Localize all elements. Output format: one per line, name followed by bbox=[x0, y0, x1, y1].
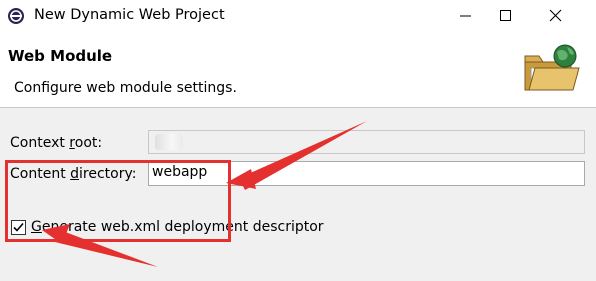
minimize-icon bbox=[460, 15, 471, 17]
maximize-button[interactable] bbox=[486, 0, 526, 31]
minimize-button[interactable] bbox=[446, 0, 486, 31]
page-description: Configure web module settings. bbox=[14, 80, 237, 96]
redacted-value bbox=[155, 134, 183, 150]
context-root-input[interactable] bbox=[148, 130, 585, 154]
window-titlebar: New Dynamic Web Project bbox=[0, 0, 596, 31]
maximize-icon bbox=[500, 10, 511, 21]
window-title: New Dynamic Web Project bbox=[34, 7, 225, 23]
eclipse-icon bbox=[8, 8, 24, 24]
wizard-banner: Web Module Configure web module settings… bbox=[0, 31, 596, 108]
context-root-label: Context root: bbox=[10, 135, 103, 151]
web-folder-globe-icon bbox=[524, 44, 580, 91]
close-button[interactable] bbox=[536, 0, 576, 31]
annotation-highlight-box bbox=[5, 160, 231, 242]
page-title: Web Module bbox=[8, 47, 113, 65]
close-icon bbox=[549, 9, 562, 22]
